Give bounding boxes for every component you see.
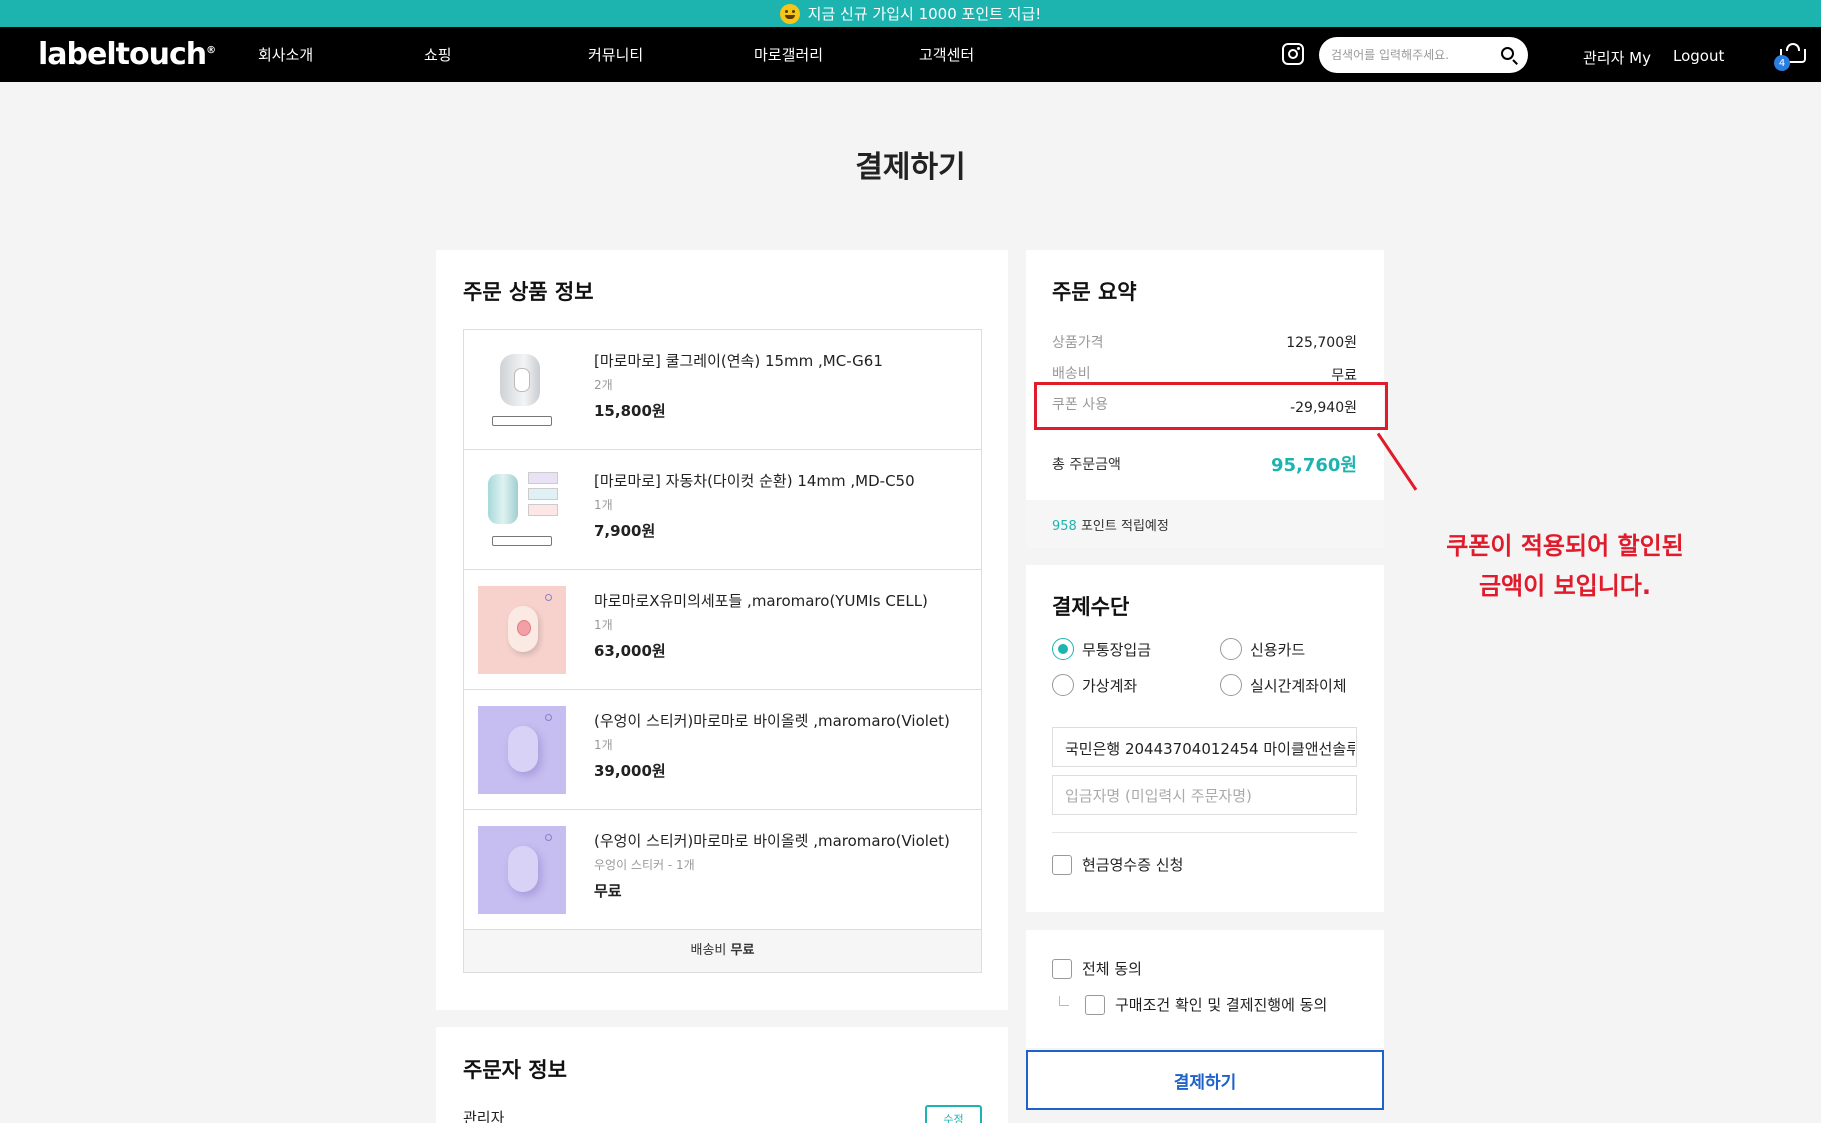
item-price: 7,900원 bbox=[594, 522, 656, 540]
agree-all-option[interactable]: 전체 동의 bbox=[1052, 958, 1142, 979]
my-page-link[interactable]: 관리자 My bbox=[1583, 47, 1651, 68]
payment-credit-card[interactable]: 신용카드 bbox=[1220, 638, 1305, 660]
pay-button[interactable]: 결제하기 bbox=[1026, 1050, 1384, 1110]
order-items-title: 주문 상품 정보 bbox=[463, 280, 594, 304]
nav-support[interactable]: 고객센터 bbox=[919, 44, 974, 65]
cash-receipt-option[interactable]: 현금영수증 신청 bbox=[1052, 854, 1183, 875]
radio-label: 실시간계좌이체 bbox=[1250, 676, 1347, 695]
radio-label: 신용카드 bbox=[1250, 640, 1306, 659]
depositor-input[interactable] bbox=[1065, 786, 1355, 806]
cash-receipt-label: 현금영수증 신청 bbox=[1082, 856, 1184, 874]
cart-icon[interactable]: 4 bbox=[1774, 43, 1806, 71]
radio-unchecked-icon[interactable] bbox=[1052, 674, 1074, 696]
instagram-icon[interactable] bbox=[1282, 43, 1304, 65]
product-thumbnail bbox=[478, 346, 566, 434]
search-input[interactable] bbox=[1331, 45, 1491, 65]
item-qty: 1개 bbox=[594, 618, 613, 632]
points-row: 958 포인트 적립예정 bbox=[1026, 500, 1384, 548]
product-thumbnail bbox=[478, 586, 566, 674]
radio-label: 무통장입금 bbox=[1082, 640, 1152, 659]
item-price: 15,800원 bbox=[594, 402, 666, 420]
nav-community[interactable]: 커뮤니티 bbox=[588, 44, 643, 65]
sub-item-indent-icon bbox=[1059, 996, 1069, 1006]
item-name[interactable]: (우엉이 스티커)마로마로 바이올렛 ,maromaro(Violet) bbox=[594, 710, 950, 731]
points-value: 958 bbox=[1052, 519, 1077, 534]
list-item: [마로마로] 자동차(다이컷 순환) 14mm ,MD-C50 1개 7,900… bbox=[464, 450, 981, 570]
product-price-value: 125,700원 bbox=[1286, 335, 1357, 351]
bank-account-select[interactable]: 국민은행 20443704012454 마이클앤선솔루션 bbox=[1052, 727, 1357, 767]
list-item: (우엉이 스티커)마로마로 바이올렛 ,maromaro(Violet) 1개 … bbox=[464, 690, 981, 810]
agreement-panel bbox=[1026, 930, 1384, 1048]
payment-virtual-account[interactable]: 가상계좌 bbox=[1052, 674, 1137, 696]
nav-shopping[interactable]: 쇼핑 bbox=[424, 44, 452, 65]
logout-link[interactable]: Logout bbox=[1673, 47, 1724, 65]
list-item: [마로마로] 쿨그레이(연속) 15mm ,MC-G61 2개 15,800원 bbox=[464, 330, 981, 450]
cart-count-badge: 4 bbox=[1774, 55, 1790, 71]
radio-unchecked-icon[interactable] bbox=[1220, 674, 1242, 696]
item-name[interactable]: (우엉이 스티커)마로마로 바이올렛 ,maromaro(Violet) bbox=[594, 830, 950, 851]
item-option: 우엉이 스티커 - 1개 bbox=[594, 858, 695, 872]
payment-bank-transfer[interactable]: 무통장입금 bbox=[1052, 638, 1151, 660]
checkbox-icon[interactable] bbox=[1085, 994, 1105, 1015]
checkbox-icon[interactable] bbox=[1052, 854, 1072, 875]
bank-account-value: 국민은행 20443704012454 마이클앤선솔루션 bbox=[1065, 740, 1355, 758]
shipping-fee-row: 배송비 무료 bbox=[464, 930, 981, 972]
product-price-label: 상품가격 bbox=[1052, 335, 1104, 351]
site-logo[interactable]: labeltouch® bbox=[38, 37, 216, 72]
coupon-highlight-box bbox=[1034, 382, 1388, 430]
item-price: 63,000원 bbox=[594, 642, 666, 660]
site-header: labeltouch® 회사소개 쇼핑 커뮤니티 마로갤러리 고객센터 관리자 … bbox=[0, 27, 1821, 82]
product-thumbnail bbox=[478, 826, 566, 914]
orderer-title: 주문자 정보 bbox=[463, 1058, 567, 1082]
search-icon[interactable] bbox=[1501, 47, 1514, 60]
item-name[interactable]: 마로마로X유미의세포들 ,maromaro(YUMIs CELL) bbox=[594, 590, 928, 611]
depositor-field bbox=[1052, 775, 1357, 815]
product-thumbnail bbox=[478, 466, 566, 554]
search-box bbox=[1319, 37, 1528, 73]
shipping-label: 배송비 bbox=[1052, 366, 1091, 382]
item-price: 39,000원 bbox=[594, 762, 666, 780]
callout-line-2: 금액이 보입니다. bbox=[1478, 572, 1652, 600]
agree-purchase-label: 구매조건 확인 및 결제진행에 동의 bbox=[1115, 996, 1328, 1014]
page-title: 결제하기 bbox=[855, 150, 966, 185]
list-item: (우엉이 스티커)마로마로 바이올렛 ,maromaro(Violet) 우엉이… bbox=[464, 810, 981, 930]
item-name[interactable]: [마로마로] 쿨그레이(연속) 15mm ,MC-G61 bbox=[594, 350, 883, 371]
nav-gallery[interactable]: 마로갤러리 bbox=[754, 44, 823, 65]
shipping-fee-label: 배송비 bbox=[690, 943, 727, 958]
order-summary-title: 주문 요약 bbox=[1052, 280, 1137, 304]
item-qty: 2개 bbox=[594, 378, 613, 392]
radio-label: 가상계좌 bbox=[1082, 676, 1138, 695]
points-label: 포인트 적립예정 bbox=[1080, 519, 1169, 534]
product-thumbnail bbox=[478, 706, 566, 794]
edit-orderer-button[interactable]: 수정 bbox=[925, 1105, 982, 1123]
orderer-name: 관리자 bbox=[463, 1109, 505, 1123]
list-item: 마로마로X유미의세포들 ,maromaro(YUMIs CELL) 1개 63,… bbox=[464, 570, 981, 690]
top-banner: 지금 신규 가입시 1000 포인트 지급! bbox=[0, 0, 1821, 27]
agree-purchase-option[interactable]: 구매조건 확인 및 결제진행에 동의 bbox=[1085, 994, 1327, 1015]
order-item-list: [마로마로] 쿨그레이(연속) 15mm ,MC-G61 2개 15,800원 … bbox=[463, 329, 982, 973]
smile-emoji-icon bbox=[779, 3, 800, 24]
radio-checked-icon[interactable] bbox=[1052, 638, 1074, 660]
agree-all-label: 전체 동의 bbox=[1082, 960, 1142, 978]
checkbox-icon[interactable] bbox=[1052, 958, 1072, 979]
divider bbox=[1052, 832, 1357, 833]
callout-line-1: 쿠폰이 적용되어 할인된 bbox=[1446, 532, 1684, 560]
total-value: 95,760원 bbox=[1270, 455, 1357, 476]
banner-text: 지금 신규 가입시 1000 포인트 지급! bbox=[807, 5, 1042, 23]
payment-title: 결제수단 bbox=[1052, 595, 1130, 619]
item-qty: 1개 bbox=[594, 498, 613, 512]
item-price: 무료 bbox=[594, 882, 622, 900]
item-name[interactable]: [마로마로] 자동차(다이컷 순환) 14mm ,MD-C50 bbox=[594, 470, 915, 491]
radio-unchecked-icon[interactable] bbox=[1220, 638, 1242, 660]
nav-company[interactable]: 회사소개 bbox=[258, 44, 313, 65]
callout-text: 쿠폰이 적용되어 할인된 금액이 보입니다. bbox=[1420, 526, 1710, 606]
payment-realtime-transfer[interactable]: 실시간계좌이체 bbox=[1220, 674, 1347, 696]
shipping-fee-value: 무료 bbox=[730, 943, 755, 958]
total-label: 총 주문금액 bbox=[1052, 457, 1121, 473]
item-qty: 1개 bbox=[594, 738, 613, 752]
